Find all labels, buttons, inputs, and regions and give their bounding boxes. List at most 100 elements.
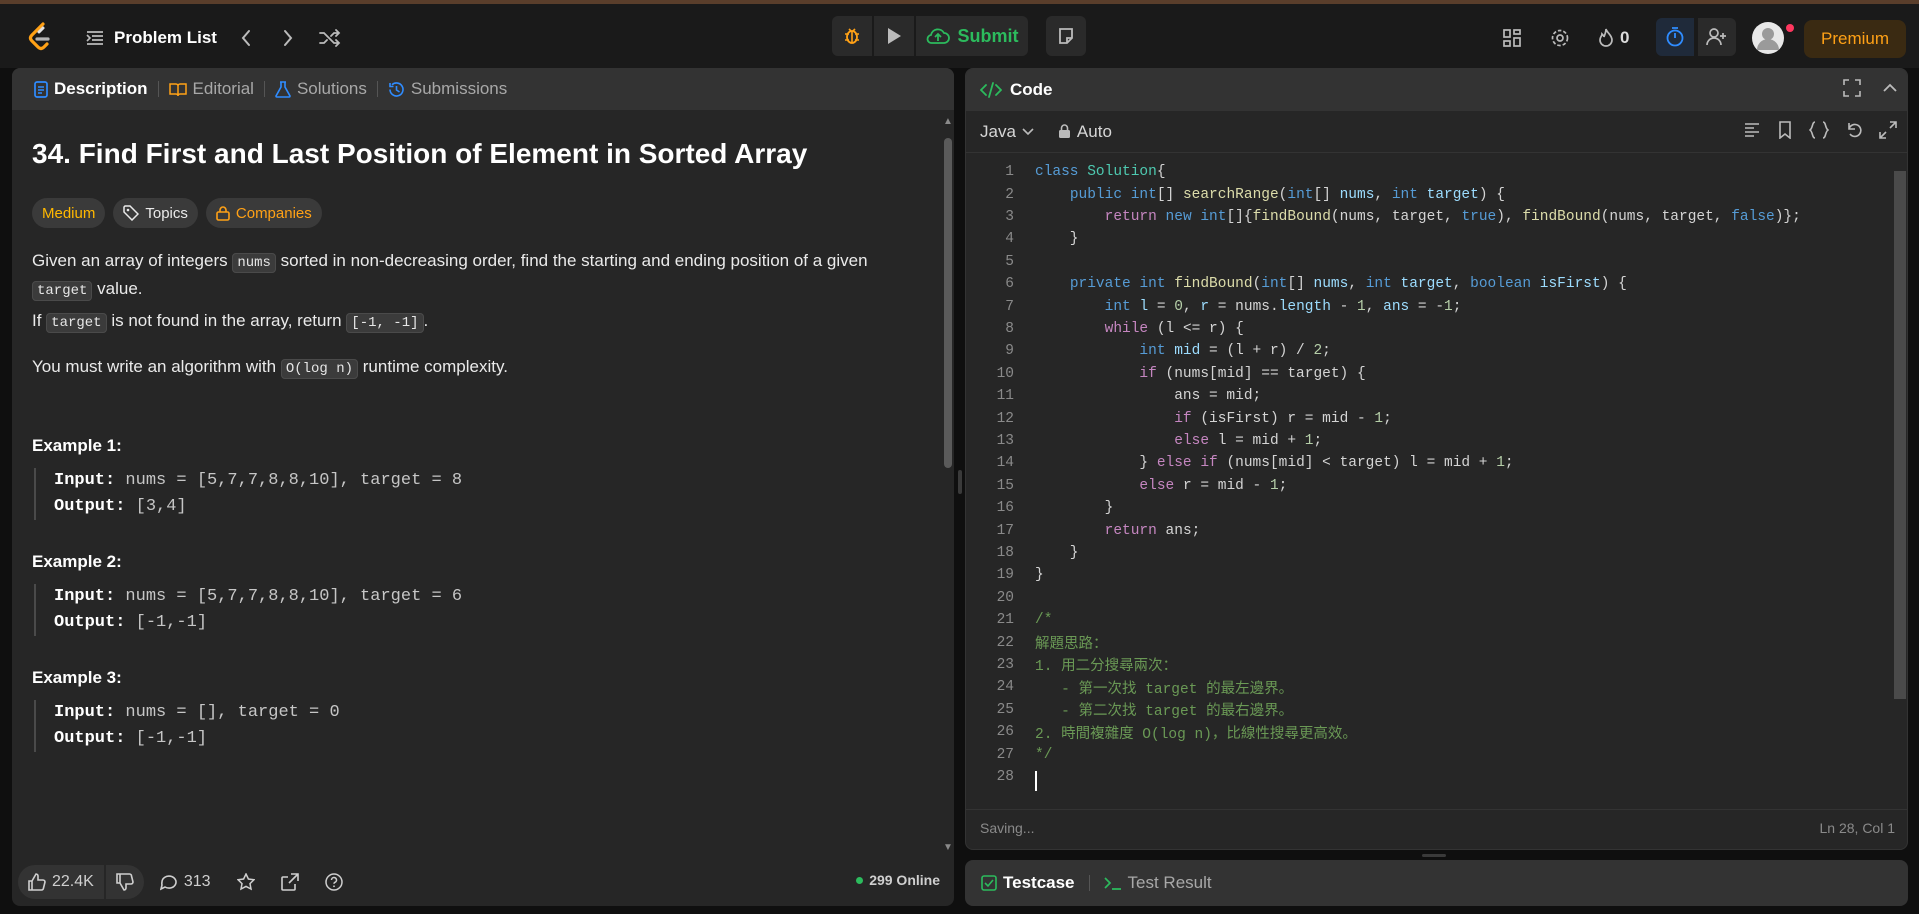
problem-list-button[interactable]: Problem List — [86, 24, 217, 52]
code-line[interactable]: 1 class Solution{ — [966, 161, 1886, 183]
tab-label: Submissions — [410, 79, 508, 98]
tab-editorial[interactable]: Editorial — [163, 79, 260, 99]
code-line[interactable]: 20 — [966, 587, 1886, 609]
line-number: 9 — [1005, 343, 1014, 360]
streak-counter[interactable]: 0 — [1598, 24, 1629, 52]
code-line[interactable]: 3 return new int[]{findBound(nums, targe… — [966, 206, 1886, 228]
code-line[interactable]: 24 - 第一次找 target 的最左邊界。 — [966, 676, 1886, 698]
line-number: 24 — [996, 679, 1014, 696]
code-line[interactable]: 10 if (nums[mid] == target) { — [966, 363, 1886, 385]
code-line[interactable]: 23 1. 用二分搜尋兩次： — [966, 654, 1886, 676]
code-line[interactable]: 16 } — [966, 497, 1886, 519]
note-button[interactable] — [1046, 16, 1086, 56]
online-indicator: 299 Online — [856, 872, 940, 888]
problem-title[interactable]: 34. Find First and Last Position of Elem… — [32, 138, 807, 170]
debug-button[interactable] — [832, 16, 872, 56]
run-button[interactable] — [874, 16, 914, 56]
gear-icon[interactable] — [1546, 24, 1574, 52]
scrollbar-thumb[interactable] — [944, 138, 952, 468]
premium-button[interactable]: Premium — [1804, 20, 1906, 58]
line-number: 13 — [996, 432, 1014, 449]
code-line[interactable]: 15 else r = mid - 1; — [966, 475, 1886, 497]
code-line[interactable]: 5 — [966, 251, 1886, 273]
chevron-left-icon[interactable] — [232, 24, 260, 52]
editor-scrollbar[interactable] — [1892, 155, 1906, 801]
inline-code: [-1, -1] — [346, 313, 424, 333]
undo-icon[interactable] — [1845, 121, 1863, 139]
code-line[interactable]: 12 if (isFirst) r = mid - 1; — [966, 407, 1886, 429]
code-line[interactable]: 28 — [966, 766, 1886, 788]
chevron-right-icon[interactable] — [274, 24, 302, 52]
language-select[interactable]: Java — [980, 122, 1034, 142]
cloud-upload-icon — [926, 27, 950, 45]
tab-solutions[interactable]: Solutions — [269, 79, 373, 99]
shuffle-icon[interactable] — [316, 24, 344, 52]
tab-testcase[interactable]: Testcase — [981, 873, 1075, 893]
code-header-actions — [1843, 79, 1899, 97]
code-line[interactable]: 14 } else if (nums[mid] < target) l = mi… — [966, 452, 1886, 474]
tab-test-result[interactable]: Test Result — [1103, 873, 1212, 893]
star-icon[interactable] — [236, 873, 255, 891]
horizontal-resize-handle[interactable] — [1422, 854, 1446, 857]
description-scrollbar[interactable]: ▲ ▼ — [940, 116, 954, 856]
code-line[interactable]: 27 */ — [966, 743, 1886, 765]
code-panel-title: Code — [1010, 80, 1053, 99]
timer-button[interactable] — [1656, 18, 1694, 56]
add-user-button[interactable] — [1698, 18, 1736, 56]
comment-count: 313 — [183, 873, 211, 890]
topics-chip[interactable]: Topics — [113, 198, 198, 228]
scroll-up-icon[interactable]: ▲ — [942, 116, 954, 128]
scrollbar-thumb[interactable] — [1894, 171, 1906, 699]
like-button[interactable]: 22.4K — [18, 865, 104, 899]
comments-button[interactable]: 313 — [159, 873, 211, 891]
fullscreen-icon[interactable] — [1879, 121, 1897, 139]
code-line[interactable]: 19} — [966, 564, 1886, 586]
code-text: /* — [1035, 612, 1053, 629]
code-line[interactable]: 11 ans = mid; — [966, 385, 1886, 407]
tab-submissions[interactable]: Submissions — [382, 79, 513, 99]
avatar[interactable] — [1752, 22, 1784, 54]
companies-label: Companies — [235, 204, 312, 222]
format-icon[interactable] — [1743, 121, 1761, 139]
line-number: 16 — [996, 500, 1014, 517]
code-line[interactable]: 6 private int findBound(int[] nums, int … — [966, 273, 1886, 295]
auto-mode-toggle[interactable]: Auto — [1058, 122, 1112, 142]
code-icon — [980, 82, 1002, 98]
vertical-resize-handle[interactable] — [958, 470, 962, 494]
code-line[interactable]: 26 2. 時間複雜度 O(log n)，比線性搜尋更高效。 — [966, 721, 1886, 743]
line-number: 5 — [1005, 253, 1014, 270]
collapse-icon[interactable] — [1881, 79, 1899, 97]
inline-code: target — [32, 281, 93, 301]
code-line[interactable]: 9 int mid = (l + r) / 2; — [966, 340, 1886, 362]
code-line[interactable]: 7 int l = 0, r = nums.length - 1, ans = … — [966, 295, 1886, 317]
code-panel: Code Java Auto 1 class Solution{2 public … — [965, 68, 1908, 850]
companies-chip[interactable]: Companies — [205, 198, 322, 228]
braces-icon[interactable] — [1809, 121, 1829, 139]
code-line[interactable]: 17 return ans; — [966, 519, 1886, 541]
code-line[interactable]: 25 - 第二次找 target 的最右邊界。 — [966, 699, 1886, 721]
tab-divider — [263, 81, 265, 97]
tab-description[interactable]: Description — [28, 79, 154, 99]
code-line[interactable]: 8 while (l <= r) { — [966, 318, 1886, 340]
expand-icon[interactable] — [1843, 79, 1861, 97]
code-line[interactable]: 4 } — [966, 228, 1886, 250]
code-line[interactable]: 22 解題思路： — [966, 631, 1886, 654]
logo-icon[interactable] — [26, 22, 54, 52]
code-line[interactable]: 18 } — [966, 542, 1886, 564]
share-icon[interactable] — [280, 873, 299, 891]
layout-icon[interactable] — [1498, 24, 1526, 52]
help-icon[interactable] — [324, 873, 343, 891]
tag-icon — [123, 205, 140, 221]
code-line[interactable]: 13 else l = mid + 1; — [966, 430, 1886, 452]
scroll-down-icon[interactable]: ▼ — [942, 842, 954, 854]
dislike-button[interactable] — [105, 865, 144, 899]
code-editor[interactable]: 1 class Solution{2 public int[] searchRan… — [966, 155, 1907, 801]
bookmark-icon[interactable] — [1777, 121, 1793, 139]
lock-icon — [1058, 124, 1071, 139]
code-line[interactable]: 2 public int[] searchRange(int[] nums, i… — [966, 183, 1886, 205]
difficulty-badge[interactable]: Medium — [32, 198, 106, 228]
code-line[interactable]: 21 /* — [966, 609, 1886, 631]
code-text: public int[] searchRange(int[] nums, int… — [1069, 186, 1505, 203]
code-text: ans = mid; — [1035, 388, 1262, 405]
submit-button[interactable]: Submit — [916, 16, 1028, 56]
